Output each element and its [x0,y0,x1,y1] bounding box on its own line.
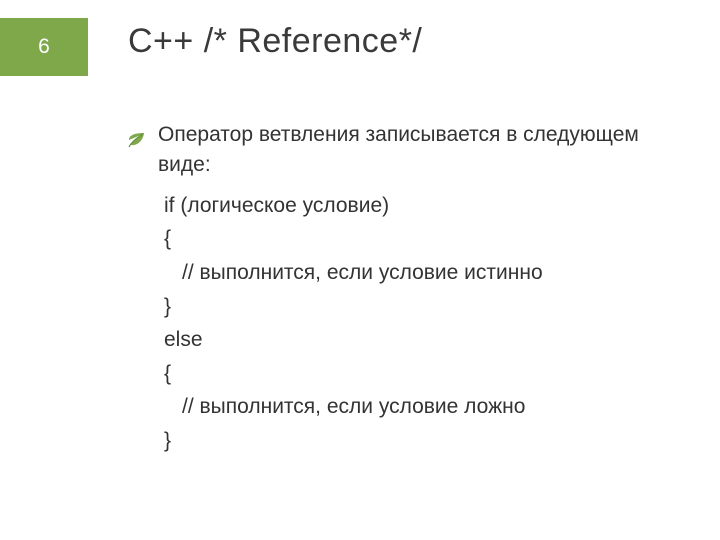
code-line: } [164,424,668,458]
code-line: { [164,222,668,256]
code-line: } [164,290,668,324]
leaf-icon [128,127,146,157]
slide-title: С++ /* Reference*/ [128,22,422,61]
bullet-text: Оператор ветвления записывается в следую… [158,120,668,181]
code-line: else [164,323,668,357]
bullet-item: Оператор ветвления записывается в следую… [128,120,668,181]
code-line: if (логическое условие) [164,189,668,223]
content-area: Оператор ветвления записывается в следую… [128,120,668,458]
code-line: { [164,357,668,391]
code-block: if (логическое условие) { // выполнится,… [164,189,668,458]
page-number-badge: 6 [0,18,88,76]
code-line: // выполнится, если условие истинно [164,256,668,290]
code-line: // выполнится, если условие ложно [164,390,668,424]
page-number: 6 [38,35,50,59]
